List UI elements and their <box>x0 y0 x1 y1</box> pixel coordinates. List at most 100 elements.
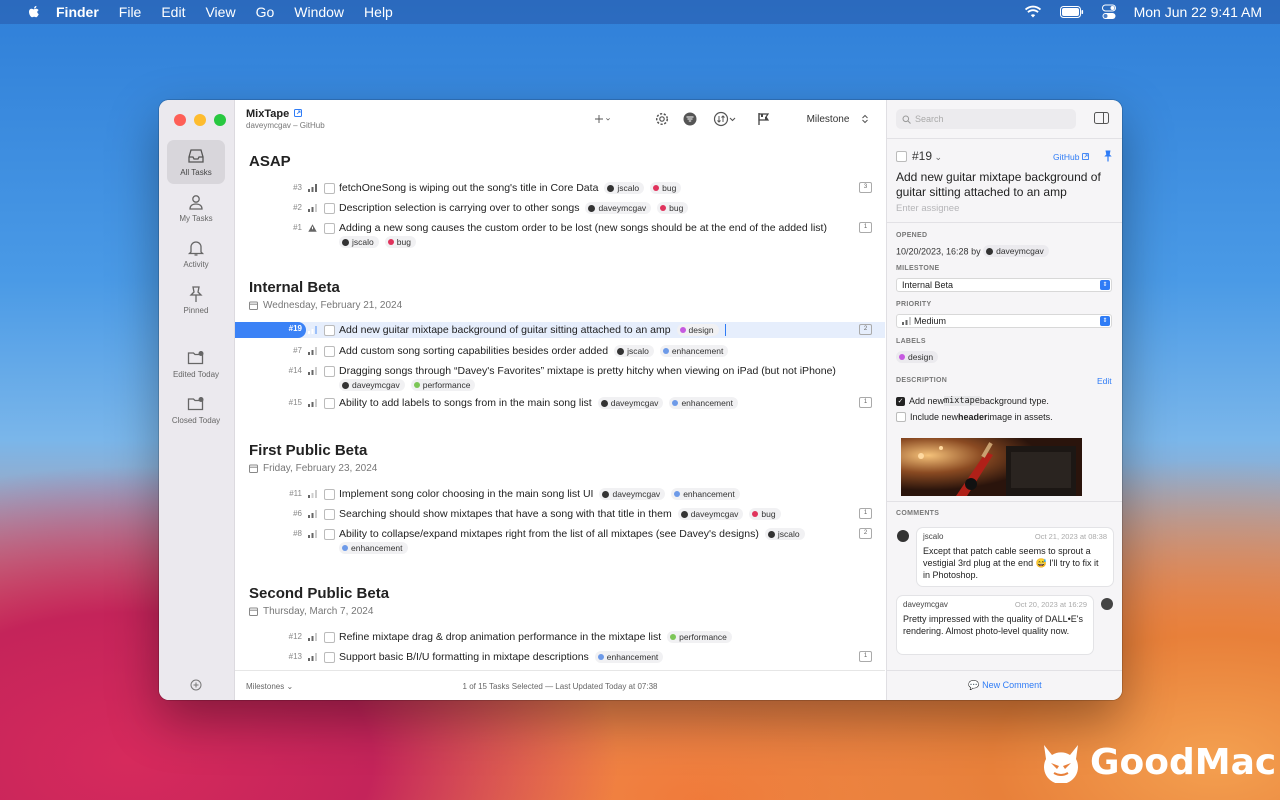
comment-bubble[interactable]: jscalo Oct 21, 2023 at 08:38 Except that… <box>917 528 1113 586</box>
minimize-button[interactable] <box>194 114 206 126</box>
checked-checkbox[interactable]: ✓ <box>896 396 905 406</box>
task-checkbox[interactable] <box>324 652 335 663</box>
assignee-chip[interactable]: jscalo <box>604 182 645 194</box>
unchecked-checkbox[interactable] <box>896 412 906 422</box>
close-button[interactable] <box>174 114 186 126</box>
task-checkbox[interactable] <box>324 346 335 357</box>
assignee-chip[interactable]: daveymcgav <box>983 245 1049 257</box>
label-chip[interactable]: performance <box>667 631 732 643</box>
menu-go[interactable]: Go <box>256 4 275 20</box>
task-checkbox[interactable] <box>324 223 335 234</box>
battery-icon[interactable] <box>1059 6 1084 18</box>
priority-select[interactable]: Medium ⇕ <box>896 314 1112 328</box>
comment-bubble[interactable]: daveymcgav Oct 20, 2023 at 16:29 Pretty … <box>897 596 1093 654</box>
task-checkbox[interactable] <box>324 509 335 520</box>
task-checkbox[interactable] <box>324 398 335 409</box>
task-checkbox[interactable] <box>324 489 335 500</box>
sidebar-item-all-tasks[interactable]: All Tasks <box>167 140 225 184</box>
label-chip[interactable]: design <box>676 324 719 336</box>
section-date-text: Friday, February 23, 2024 <box>263 463 378 474</box>
flag-icon[interactable] <box>756 111 772 127</box>
assignee-input[interactable]: Enter assignee <box>896 203 959 214</box>
label-chip[interactable]: bug <box>384 236 416 248</box>
label-chip[interactable]: bug <box>650 182 682 194</box>
avatar <box>602 490 610 498</box>
label-chip[interactable]: performance <box>410 379 476 391</box>
external-link-icon[interactable] <box>294 109 303 117</box>
sidebar-item-my-tasks[interactable]: My Tasks <box>167 186 225 230</box>
section-title: Internal Beta <box>249 279 340 296</box>
sidebar-toggle-icon[interactable] <box>1094 112 1109 124</box>
label-dot <box>660 205 667 211</box>
assignee-chip[interactable]: daveymcgav <box>677 508 744 520</box>
comment-time: Oct 20, 2023 at 16:29 <box>1014 600 1087 609</box>
task-number: #6 <box>293 509 302 518</box>
menu-file[interactable]: File <box>119 4 142 20</box>
search-field[interactable]: Search <box>896 109 1076 129</box>
menu-app-name[interactable]: Finder <box>56 4 99 20</box>
label-dot <box>670 634 677 640</box>
label-chip[interactable]: bug <box>657 202 689 214</box>
priority-medium-icon <box>308 510 317 518</box>
filter-icon[interactable] <box>682 111 698 127</box>
menu-clock[interactable]: Mon Jun 22 9:41 AM <box>1134 4 1262 20</box>
milestone-select-value: Internal Beta <box>902 280 954 290</box>
sidebar-item-edited-today[interactable]: Edited Today <box>167 342 225 386</box>
assignee-chip[interactable]: jscalo <box>764 528 805 540</box>
assignee-chip[interactable]: daveymcgav <box>597 397 664 409</box>
assignee-chip[interactable]: jscalo <box>339 236 379 248</box>
label-chip[interactable]: enhancement <box>339 542 408 554</box>
add-circle-icon[interactable] <box>190 679 202 691</box>
task-checkbox[interactable] <box>324 529 335 540</box>
milestone-select[interactable]: Internal Beta ⇕ <box>896 278 1112 292</box>
apple-icon[interactable] <box>26 4 42 20</box>
comment-count-badge: 1 <box>859 508 872 519</box>
assignee-chip[interactable]: daveymcgav <box>585 202 652 214</box>
sidebar-item-closed-today[interactable]: Closed Today <box>167 388 225 432</box>
task-checkbox[interactable] <box>324 366 335 377</box>
github-link[interactable]: GitHub <box>1053 152 1089 162</box>
sidebar-item-pinned[interactable]: Pinned <box>167 278 225 322</box>
label-name: enhancement <box>606 652 659 662</box>
assignee-chip[interactable]: daveymcgav <box>599 488 666 500</box>
issue-number[interactable]: #19 ⌄ <box>912 149 942 163</box>
assignee-chip[interactable]: jscalo <box>614 345 654 357</box>
edit-description-button[interactable]: Edit <box>1097 376 1112 386</box>
assignee-chip[interactable]: daveymcgav <box>339 379 405 391</box>
task-checkbox[interactable] <box>324 183 335 194</box>
add-task-icon[interactable] <box>595 111 611 127</box>
task-checkbox[interactable] <box>324 632 335 643</box>
gear-icon[interactable] <box>654 111 670 127</box>
new-comment-button[interactable]: 💬 New Comment <box>887 680 1122 691</box>
label-chip[interactable]: enhancement <box>659 345 729 357</box>
task-checkbox[interactable] <box>324 203 335 214</box>
milestone-popup[interactable]: Milestone <box>781 108 875 130</box>
control-center-icon[interactable] <box>1101 4 1116 20</box>
label-dot <box>653 185 660 191</box>
menu-edit[interactable]: Edit <box>161 4 185 20</box>
label-chip[interactable]: enhancement <box>594 651 664 663</box>
label-chip[interactable]: design <box>896 351 939 363</box>
label-chip[interactable]: enhancement <box>669 397 738 409</box>
task-row-selected[interactable]: #19 Add new guitar mixtape background of… <box>235 322 885 338</box>
label-chip[interactable]: enhancement <box>671 488 740 500</box>
menu-window[interactable]: Window <box>294 4 344 20</box>
sidebar-item-label: Pinned <box>183 306 209 315</box>
task-title: Support basic B/I/U formatting in mixtap… <box>339 651 589 663</box>
avatar <box>617 347 625 355</box>
task-checkbox[interactable] <box>324 325 335 336</box>
menu-help[interactable]: Help <box>364 4 393 20</box>
issue-title[interactable]: Add new guitar mixtape background of gui… <box>896 170 1118 200</box>
wifi-icon[interactable] <box>1024 5 1042 19</box>
pin-icon[interactable] <box>1103 150 1113 162</box>
zoom-button[interactable] <box>214 114 226 126</box>
label-chip[interactable]: bug <box>749 508 781 520</box>
sidebar-item-activity[interactable]: Activity <box>167 232 225 276</box>
assignee-name: daveymcgav <box>996 246 1044 256</box>
sort-icon[interactable] <box>713 111 737 127</box>
menu-view[interactable]: View <box>205 4 235 20</box>
issue-checkbox[interactable] <box>896 151 907 162</box>
task-number: #11 <box>289 489 302 498</box>
divider <box>887 670 1122 671</box>
assignee-name: daveymcgav <box>610 398 659 408</box>
